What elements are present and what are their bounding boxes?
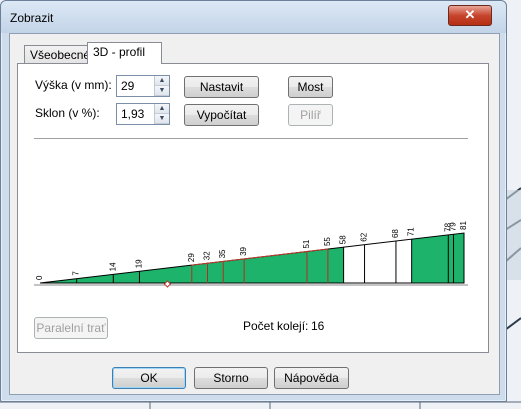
spin-up-icon[interactable]: ▲: [155, 104, 169, 114]
profile-marker-label: 29: [187, 253, 196, 262]
profile-marker-label: 71: [407, 227, 416, 236]
parallel-track-button: Paralelní trať: [34, 317, 108, 339]
profile-marker-label: 58: [339, 235, 348, 244]
profile-marker-label: 79: [449, 222, 458, 231]
profile-marker-label: 51: [302, 239, 311, 248]
slope-label: Sklon (v %):: [35, 106, 100, 120]
bridge-button[interactable]: Most: [288, 76, 333, 98]
track-count-label: Počet kolejí:: [243, 319, 309, 333]
compute-button[interactable]: Vypočítat: [184, 104, 259, 126]
profile-marker-label: 55: [323, 237, 332, 246]
ok-button[interactable]: OK: [112, 367, 186, 389]
pillar-button: Pilíř: [288, 104, 333, 126]
profile-marker-label: 0: [35, 275, 44, 280]
profile-marker-label: 32: [203, 251, 212, 260]
profile-marker-label: 19: [134, 259, 143, 268]
window-title: Zobrazit: [10, 11, 54, 25]
profile-marker-label: 7: [72, 271, 81, 276]
cancel-button[interactable]: Storno: [194, 367, 268, 389]
help-button[interactable]: Nápověda: [274, 367, 349, 389]
spin-down-icon[interactable]: ▼: [155, 86, 169, 96]
slope-spinner[interactable]: 1,93 ▲ ▼: [116, 103, 170, 125]
close-button[interactable]: ✕: [448, 5, 492, 26]
spin-up-icon[interactable]: ▲: [155, 76, 169, 86]
profile-marker-label: 62: [360, 232, 369, 241]
set-button[interactable]: Nastavit: [184, 76, 259, 98]
profile-fill-segment: [411, 233, 464, 283]
slope-spinner-arrows[interactable]: ▲ ▼: [154, 104, 169, 124]
profile-marker-label: 39: [239, 246, 248, 255]
spin-down-icon[interactable]: ▼: [155, 114, 169, 124]
profile-marker-label: 14: [108, 262, 117, 271]
height-label: Výška (v mm):: [35, 78, 112, 92]
profile-marker-label: 68: [391, 229, 400, 238]
height-value[interactable]: 29: [121, 79, 134, 93]
tab-3d-profil[interactable]: 3D - profil: [87, 42, 162, 64]
height-spinner[interactable]: 29 ▲ ▼: [116, 75, 170, 97]
profile-marker-label: 35: [218, 249, 227, 258]
height-spinner-arrows[interactable]: ▲ ▼: [154, 76, 169, 96]
track-profile-graphic: 0714 1929 32 35 3951 55 58 62 68 71 7879 81: [34, 221, 468, 288]
track-count-value: 16: [311, 319, 325, 333]
tab-vseobecne[interactable]: Všeobecné: [24, 45, 91, 64]
title-bar[interactable]: Zobrazit ✕: [1, 1, 506, 33]
profile-marker-label: 81: [459, 221, 468, 230]
slope-value[interactable]: 1,93: [121, 107, 144, 121]
